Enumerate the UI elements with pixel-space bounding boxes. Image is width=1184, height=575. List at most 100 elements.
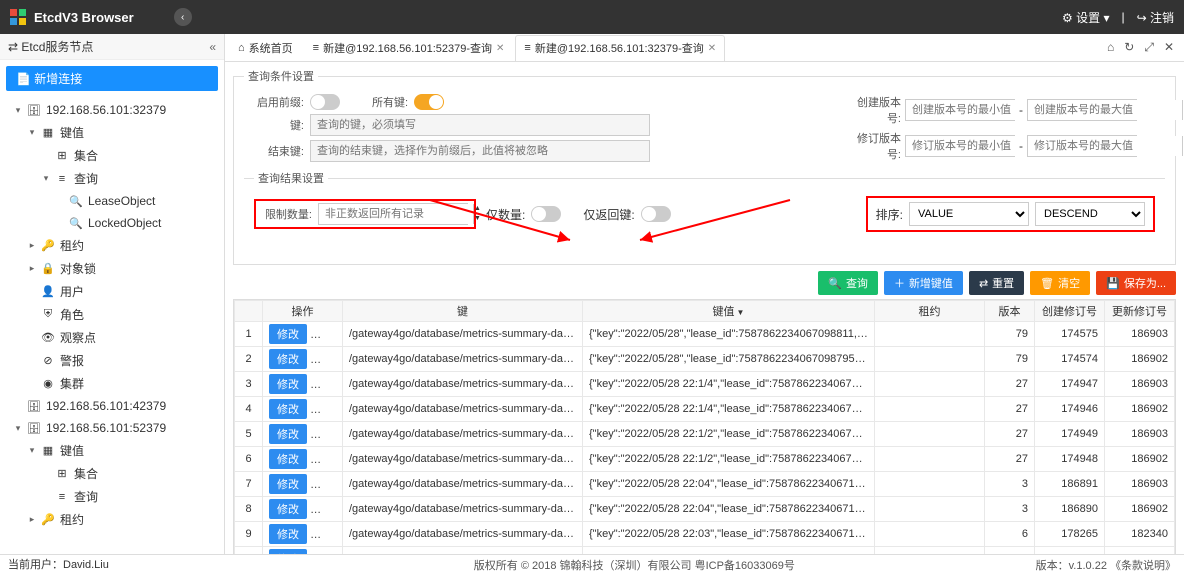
delete-button[interactable]: 删除 (310, 324, 342, 344)
edit-button[interactable]: 修改 (269, 474, 307, 494)
tree-item[interactable]: ≡查询 (0, 485, 224, 508)
legend-result: 查询结果设置 (254, 170, 328, 186)
saveas-button[interactable]: 💾 保存为... (1096, 271, 1176, 295)
create-version-max-input[interactable] (1028, 100, 1182, 120)
col-lease[interactable]: 租约 (875, 301, 985, 322)
col-create-rev[interactable]: 创建修订号 (1035, 301, 1105, 322)
tab-expand-icon[interactable]: ⤢ (1144, 40, 1154, 55)
tree-item[interactable]: ▾🗄192.168.56.101:32379 (0, 99, 224, 121)
sort-direction-select[interactable]: DESCEND (1035, 202, 1145, 226)
col-version[interactable]: 版本 (985, 301, 1035, 322)
close-tab-icon[interactable]: ✕ (496, 43, 504, 54)
add-kv-button[interactable]: ＋ 新增键值 (884, 271, 963, 295)
query-button[interactable]: 🔍 查询 (818, 271, 878, 295)
table-row[interactable]: 9 修改 删除 /gateway4go/database/metrics-sum… (235, 522, 1175, 547)
tree-item[interactable]: 🗄192.168.56.101:42379 (0, 395, 224, 417)
edit-button[interactable]: 修改 (269, 449, 307, 469)
delete-button[interactable]: 删除 (310, 449, 342, 469)
set-icon: ⊞ (54, 467, 70, 480)
node-swap-icon[interactable]: ⇄ (8, 40, 18, 54)
new-connection-button[interactable]: 📄 新增连接 (6, 66, 218, 91)
close-tab-icon[interactable]: ✕ (708, 43, 716, 54)
tree-item[interactable]: ⊞集合 (0, 144, 224, 167)
col-value[interactable]: 键值▼ (583, 301, 875, 322)
tab[interactable]: ≡ 新建@192.168.56.101:32379-查询 ✕ (515, 35, 725, 61)
countonly-toggle[interactable] (531, 206, 561, 222)
edit-button[interactable]: 修改 (269, 324, 307, 344)
mod-version-max-input[interactable] (1028, 136, 1182, 156)
list-icon: ≡ (54, 491, 70, 503)
table-row[interactable]: 10 修改 删除 /gateway4go/database/metrics-su… (235, 547, 1175, 555)
list-icon: ≡ (54, 173, 70, 185)
tbl-icon: ▦ (40, 126, 56, 139)
delete-button[interactable]: 删除 (310, 499, 342, 519)
table-row[interactable]: 5 修改 删除 /gateway4go/database/metrics-sum… (235, 422, 1175, 447)
tree-item[interactable]: ▸🔑租约 (0, 508, 224, 531)
edit-button[interactable]: 修改 (269, 424, 307, 444)
sidebar-collapse-icon[interactable]: « (209, 40, 216, 54)
table-row[interactable]: 7 修改 删除 /gateway4go/database/metrics-sum… (235, 472, 1175, 497)
tree-item[interactable]: ▸🔑租约 (0, 234, 224, 257)
col-mod-rev[interactable]: 更新修订号 (1105, 301, 1175, 322)
tree-item[interactable]: ▾🗄192.168.56.101:52379 (0, 417, 224, 439)
delete-button[interactable]: 删除 (310, 474, 342, 494)
tree-item[interactable]: 👤用户 (0, 280, 224, 303)
tree-item[interactable]: 👁观察点 (0, 326, 224, 349)
allkeys-toggle[interactable] (414, 94, 444, 110)
rol-icon: ⛨ (40, 308, 56, 321)
edit-button[interactable]: 修改 (269, 524, 307, 544)
tree-item[interactable]: ⛨角色 (0, 303, 224, 326)
table-row[interactable]: 3 修改 删除 /gateway4go/database/metrics-sum… (235, 372, 1175, 397)
col-op[interactable]: 操作 (263, 301, 343, 322)
table-row[interactable]: 6 修改 删除 /gateway4go/database/metrics-sum… (235, 447, 1175, 472)
tree-item[interactable]: 🔍LeaseObject (0, 190, 224, 212)
table-row[interactable]: 1 修改 删除 /gateway4go/database/metrics-sum… (235, 322, 1175, 347)
tree-item[interactable]: ◉集群 (0, 372, 224, 395)
table-row[interactable]: 8 修改 删除 /gateway4go/database/metrics-sum… (235, 497, 1175, 522)
sidebar-toggle-button[interactable]: ‹ (174, 8, 192, 26)
tree-item[interactable]: ▾▦键值 (0, 121, 224, 144)
keysonly-label: 仅返回键: (583, 206, 634, 223)
usr-icon: 👤 (40, 285, 56, 298)
edit-button[interactable]: 修改 (269, 349, 307, 369)
tree-item[interactable]: ⊘警报 (0, 349, 224, 372)
key-icon: 🔑 (40, 239, 56, 252)
reset-button[interactable]: ⇄ 重置 (969, 271, 1024, 295)
delete-button[interactable]: 删除 (310, 399, 342, 419)
tab[interactable]: ≡ 新建@192.168.56.101:52379-查询 ✕ (304, 35, 514, 61)
limit-input[interactable] (319, 204, 473, 224)
tab-bar: ⌂ 系统首页≡ 新建@192.168.56.101:52379-查询 ✕≡ 新建… (225, 34, 1184, 62)
sort-field-select[interactable]: VALUE (909, 202, 1029, 226)
tab[interactable]: ⌂ 系统首页 (229, 35, 302, 61)
edit-button[interactable]: 修改 (269, 499, 307, 519)
tree-item[interactable]: ▾≡查询 (0, 167, 224, 190)
clear-button[interactable]: 🗑 清空 (1030, 271, 1090, 295)
table-row[interactable]: 4 修改 删除 /gateway4go/database/metrics-sum… (235, 397, 1175, 422)
settings-link[interactable]: ⚙ 设置 ▾ (1062, 9, 1109, 26)
tab-refresh-icon[interactable]: ↻ (1124, 40, 1134, 55)
sort-label: 排序: (876, 206, 903, 223)
keysonly-toggle[interactable] (641, 206, 671, 222)
tree-item[interactable]: ▾▦键值 (0, 439, 224, 462)
col-key[interactable]: 键 (343, 301, 583, 322)
tree-item[interactable]: ▸🔒对象锁 (0, 257, 224, 280)
query-condition-fieldset: 查询条件设置 启用前缀: 所有键: 键: (233, 68, 1176, 265)
tree-item[interactable]: 🔍LockedObject (0, 212, 224, 234)
alr-icon: ⊘ (40, 354, 56, 367)
prefix-toggle[interactable] (310, 94, 340, 110)
tab-close-all-icon[interactable]: ✕ (1164, 40, 1174, 55)
tree-item[interactable]: ⊞集合 (0, 462, 224, 485)
edit-button[interactable]: 修改 (269, 399, 307, 419)
col-index[interactable] (235, 301, 263, 322)
delete-button[interactable]: 删除 (310, 374, 342, 394)
endkey-input[interactable] (310, 140, 650, 162)
key-input[interactable] (310, 114, 650, 136)
delete-button[interactable]: 删除 (310, 524, 342, 544)
logout-link[interactable]: ↪ 注销 (1137, 9, 1174, 26)
table-row[interactable]: 2 修改 删除 /gateway4go/database/metrics-sum… (235, 347, 1175, 372)
tab-home-icon[interactable]: ⌂ (1107, 40, 1114, 55)
edit-button[interactable]: 修改 (269, 374, 307, 394)
delete-button[interactable]: 删除 (310, 424, 342, 444)
prefix-label: 启用前缀: (244, 94, 304, 110)
delete-button[interactable]: 删除 (310, 349, 342, 369)
